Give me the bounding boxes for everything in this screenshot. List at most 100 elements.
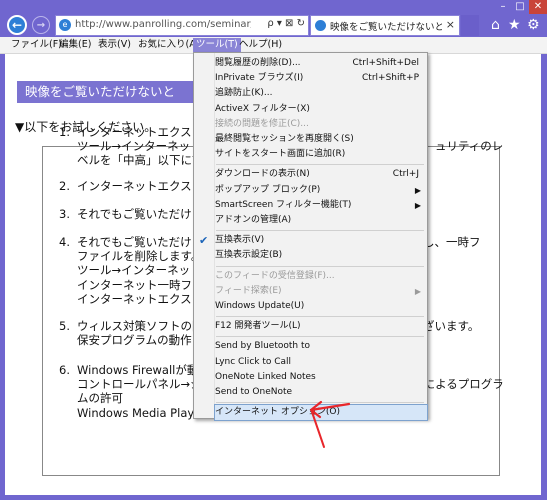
step-number: 2. <box>59 179 70 193</box>
step-number: 5. <box>59 319 70 333</box>
menu-separator <box>216 402 424 404</box>
step-text-line: インターネット一時ファ <box>77 277 204 292</box>
address-url: http://www.panrolling.com/seminar/notwat… <box>75 19 251 30</box>
step-number: 1. <box>59 125 70 139</box>
minimize-button[interactable]: – <box>495 0 511 14</box>
menu-separator <box>216 265 424 267</box>
new-tab-button[interactable] <box>461 15 479 36</box>
tools-menu-item[interactable]: ダウンロードの表示(N) Ctrl+J <box>215 167 427 182</box>
step-text-right: ざいます。 <box>423 319 480 333</box>
tools-menu-item[interactable]: ポップアップ ブロック(P) ▶ <box>215 183 427 198</box>
tools-menu-item[interactable]: 互換表示(V) <box>215 233 427 248</box>
menu-item-label: ポップアップ ブロック(P) <box>215 184 321 195</box>
step-text-right: し、一時フ <box>423 235 481 249</box>
step-text-line: それでもご覧いただけ <box>77 235 192 249</box>
step-text-line: ムの許可 <box>77 391 123 406</box>
menu-separator <box>216 164 424 166</box>
address-bar[interactable]: e http://www.panrolling.com/seminar/notw… <box>55 15 309 36</box>
menu-item-label: ActiveX フィルター(X) <box>215 103 310 114</box>
forward-button[interactable]: → <box>32 16 50 34</box>
tools-menu-item[interactable]: アドオンの管理(A) <box>215 213 427 228</box>
address-bar-icons[interactable]: ρ ▾ ⊠ ↻ <box>267 18 305 29</box>
close-button[interactable]: ✕ <box>529 0 547 14</box>
tools-menu-item[interactable]: Send to OneNote <box>215 385 427 400</box>
menu-item-label: Lync Click to Call <box>215 356 292 367</box>
maximize-button[interactable]: □ <box>512 0 528 14</box>
menu-item-label: OneNote Linked Notes <box>215 371 316 382</box>
step-number: 3. <box>59 207 70 221</box>
tools-menu-item: このフィードの受信登録(F)... <box>215 269 427 284</box>
step-text-line: ウィルス対策ソフトの防 <box>77 319 204 333</box>
step-text-right: ュリティのレ <box>435 139 504 154</box>
menu-item-label: 互換表示設定(B) <box>215 250 283 261</box>
tab-title: 映像をご覧いただけないときの... <box>330 22 442 33</box>
menu-item-label: SmartScreen フィルター機能(T) <box>215 199 352 210</box>
tools-menu-item[interactable]: Windows Update(U) <box>215 299 427 314</box>
step-text-line: ベルを「中高」以下に設 <box>77 153 204 168</box>
step-text-line: ファイルを削除します。 <box>77 249 203 264</box>
tools-menu-item[interactable]: 互換表示設定(B) <box>215 248 427 263</box>
submenu-arrow-icon: ▶ <box>414 200 421 210</box>
menu-view[interactable]: 表示(V) <box>95 38 134 52</box>
menu-separator <box>216 230 424 232</box>
menu-item-shortcut: Ctrl+J <box>392 169 419 180</box>
menu-help[interactable]: ヘルプ(H) <box>236 38 285 52</box>
tools-menu-item[interactable]: 閲覧履歴の削除(D)... Ctrl+Shift+Del <box>215 56 427 71</box>
step-text-line: インターネットエクスプ <box>77 125 204 139</box>
menu-tools[interactable]: ツール(T) <box>193 38 241 52</box>
checkmark-icon: ✔ <box>199 234 209 248</box>
tab-close-icon[interactable]: × <box>446 18 455 31</box>
menu-item-label: サイトをスタート画面に追加(R) <box>215 149 346 160</box>
browser-window: – □ ✕ ← → e http://www.panrolling.com/se… <box>0 0 547 500</box>
tools-menu-item[interactable]: F12 開発者ツール(L) <box>215 319 427 334</box>
title-bar: – □ ✕ ← → e http://www.panrolling.com/se… <box>0 0 547 36</box>
back-button[interactable]: ← <box>7 15 27 35</box>
menu-item-label: InPrivate ブラウズ(I) <box>215 73 304 84</box>
step-text-line: ツール→インターネット <box>77 263 202 278</box>
tools-menu-item[interactable]: Lync Click to Call <box>215 355 427 370</box>
tools-menu-item[interactable]: Send by Bluetooth to <box>215 339 427 354</box>
tab-favicon-icon <box>315 20 326 31</box>
tools-menu-item: 接続の問題を修正(C)... <box>215 117 427 132</box>
site-favicon-icon: e <box>59 19 71 31</box>
menu-item-label: Send by Bluetooth to <box>215 341 311 352</box>
favorites-icon[interactable]: ★ <box>508 17 521 33</box>
menu-edit[interactable]: 編集(E) <box>56 38 94 52</box>
menu-item-label: Windows Update(U) <box>215 301 305 311</box>
home-icon[interactable]: ⌂ <box>491 17 500 33</box>
menu-item-label: 閲覧履歴の削除(D)... <box>215 58 301 68</box>
menu-separator <box>216 336 424 338</box>
menu-item-label: このフィードの受信登録(F)... <box>215 270 335 281</box>
tab-active[interactable]: 映像をご覧いただけないときの... × <box>310 15 460 36</box>
submenu-arrow-icon: ▶ <box>414 185 421 195</box>
menu-item-label: Send to OneNote <box>215 387 293 397</box>
tools-menu-item[interactable]: サイトをスタート画面に追加(R) <box>215 147 427 162</box>
step-text-line: それでもご覧いただけ <box>77 207 192 221</box>
menu-item-label: 最終閲覧セッションを再度開く(S) <box>215 134 354 144</box>
tools-gear-icon[interactable]: ⚙ <box>527 17 540 33</box>
tools-menu-item[interactable]: インターネット オプション(O) <box>214 404 428 422</box>
menu-item-shortcut: Ctrl+Shift+P <box>362 73 419 84</box>
submenu-arrow-icon: ▶ <box>414 286 421 296</box>
tools-menu-item[interactable]: InPrivate ブラウズ(I) Ctrl+Shift+P <box>215 71 427 86</box>
step-text-line: 保安プログラムの動作 <box>77 333 192 348</box>
menu-item-label: インターネット オプション(O) <box>215 407 340 418</box>
tools-menu-item: フィード探索(E) ▶ <box>215 284 427 299</box>
step-number: 6. <box>59 363 70 377</box>
step-text-line: インターネットエクスプ <box>77 179 204 193</box>
menu-item-label: アドオンの管理(A) <box>215 215 292 225</box>
step-text-line: インターネットエクスプ <box>77 291 204 306</box>
tools-menu-item[interactable]: 追跡防止(K)... <box>215 86 427 101</box>
tools-menu-item[interactable]: OneNote Linked Notes <box>215 370 427 385</box>
tools-menu-item[interactable]: ActiveX フィルター(X) <box>215 102 427 117</box>
menu-item-shortcut: Ctrl+Shift+Del <box>352 58 419 68</box>
menu-item-label: フィード探索(E) <box>215 285 282 296</box>
menu-item-label: 接続の問題を修正(C)... <box>215 118 309 129</box>
step-number: 4. <box>59 235 70 249</box>
step-text-line: Windows Firewallが動 <box>77 363 199 377</box>
menu-item-label: F12 開発者ツール(L) <box>215 321 301 332</box>
tools-menu-item[interactable]: 最終閲覧セッションを再度開く(S) <box>215 132 427 147</box>
step-text-line: ツール→インターネット <box>77 139 202 154</box>
tools-menu-item[interactable]: SmartScreen フィルター機能(T) ▶ <box>215 198 427 213</box>
menu-separator <box>216 316 424 318</box>
